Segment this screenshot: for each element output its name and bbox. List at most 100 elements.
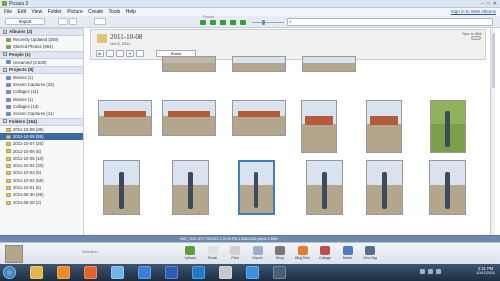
taskbar-explorer-icon[interactable] xyxy=(30,266,43,279)
taskbar-picasa-icon[interactable] xyxy=(219,266,232,279)
sidebar-item-folder[interactable]: 2011-09-30 (46) xyxy=(0,191,83,198)
section-albums[interactable]: - Albums (2) xyxy=(0,28,83,36)
menu-help[interactable]: Help xyxy=(126,9,136,15)
movie-button[interactable]: Movie xyxy=(340,246,356,260)
menu-file[interactable]: File xyxy=(4,9,12,15)
sidebar-item-folder-selected[interactable]: 2011-10-08 (88) xyxy=(0,132,83,141)
blogthis-button[interactable]: BlogThis! xyxy=(295,246,311,260)
sidebar-item-screen-captures[interactable]: Screen Captures (11) xyxy=(0,110,83,117)
folder-title[interactable]: 2011-10-08 xyxy=(110,33,142,41)
menu-picture[interactable]: Picture xyxy=(67,9,83,15)
import-button[interactable]: Import xyxy=(5,18,45,25)
back-icon[interactable] xyxy=(200,20,206,25)
clock[interactable]: 2:21 PM 10/12/2011 xyxy=(476,266,495,275)
network-icon[interactable] xyxy=(420,269,425,274)
flat-view-button[interactable] xyxy=(69,18,77,25)
sidebar-item-folder[interactable]: 2011-10-01 (5) xyxy=(0,184,83,191)
sidebar-item-collages[interactable]: Collages (11) xyxy=(0,88,83,95)
taskbar-word-icon[interactable] xyxy=(165,266,178,279)
sidebar-item-folder[interactable]: 2011-09-28 (2) xyxy=(0,199,83,206)
photo-thumbnail[interactable] xyxy=(162,100,216,136)
section-folders[interactable]: - Folders (164) xyxy=(0,117,83,126)
photo-thumbnail-selected[interactable] xyxy=(238,160,275,215)
sidebar-item-screen-captures[interactable]: Screen Captures (22) xyxy=(0,81,83,88)
sidebar-item-movies[interactable]: Movies (1) xyxy=(0,96,83,103)
sidebar-item-folder[interactable]: 2011-10-02 (56) xyxy=(0,177,83,184)
maximize-button[interactable]: □ xyxy=(487,1,490,7)
photo-thumbnail[interactable] xyxy=(98,100,152,136)
scrollbar-thumb[interactable] xyxy=(492,33,495,88)
photo-thumbnail[interactable] xyxy=(306,160,343,215)
collapse-icon[interactable]: - xyxy=(3,119,7,124)
sidebar-item-folder[interactable]: 2011-10-03 (6) xyxy=(0,169,83,176)
sidebar-item-folder[interactable]: 2011-10-07 (20) xyxy=(0,140,83,147)
sort-button[interactable] xyxy=(94,18,106,25)
photo-thumbnail[interactable] xyxy=(162,56,216,72)
video-filter-icon[interactable] xyxy=(240,20,246,25)
photo-thumbnail[interactable] xyxy=(366,160,403,215)
shop-button[interactable]: Shop xyxy=(272,246,288,260)
photo-thumbnail[interactable] xyxy=(430,100,466,153)
map-icon[interactable] xyxy=(116,50,124,57)
sidebar-item-unnamed[interactable]: Unnamed (3,529) xyxy=(0,59,83,66)
taskbar-media-icon[interactable] xyxy=(57,266,70,279)
menu-view[interactable]: View xyxy=(31,9,42,15)
geo-tag-button[interactable]: Geo-Tag xyxy=(362,246,378,260)
menu-folder[interactable]: Folder xyxy=(48,9,62,15)
minimize-button[interactable]: – xyxy=(481,1,484,7)
forward-icon[interactable] xyxy=(210,20,216,25)
taskbar-firefox-icon[interactable] xyxy=(84,266,97,279)
sidebar-item-folder[interactable]: 2011-10-04 (33) xyxy=(0,162,83,169)
thumbnail-size-slider[interactable] xyxy=(252,22,284,23)
people-filter-icon[interactable] xyxy=(230,20,236,25)
star-filter-icon[interactable] xyxy=(220,20,226,25)
sidebar-item-folder[interactable]: 2011-10-06 (5) xyxy=(0,148,83,155)
menu-tools[interactable]: Tools xyxy=(109,9,121,15)
star-icon[interactable]: ★ xyxy=(126,50,134,57)
photo-thumbnail[interactable] xyxy=(302,56,356,72)
collapse-icon[interactable]: - xyxy=(3,29,7,34)
close-button[interactable]: ✕ xyxy=(493,1,497,7)
volume-icon[interactable] xyxy=(428,269,433,274)
photo-thumbnail[interactable] xyxy=(232,100,286,136)
start-button[interactable] xyxy=(3,266,16,279)
menu-create[interactable]: Create xyxy=(88,9,103,15)
photo-thumbnail[interactable] xyxy=(232,56,286,72)
photo-thumbnail[interactable] xyxy=(429,160,466,215)
print-button[interactable]: Print xyxy=(227,246,243,260)
collapse-icon[interactable]: - xyxy=(3,52,7,57)
tray-thumbnail[interactable] xyxy=(5,245,23,263)
sidebar-item-starred-photos[interactable]: Starred Photos (994) xyxy=(0,43,83,50)
menu-edit[interactable]: Edit xyxy=(17,9,26,15)
taskbar-mail-icon[interactable] xyxy=(138,266,151,279)
sign-in-link[interactable]: Sign in to Web Albums xyxy=(451,9,496,14)
photo-thumbnail[interactable] xyxy=(301,100,337,153)
save-icon[interactable] xyxy=(136,50,144,57)
photo-thumbnail[interactable] xyxy=(366,100,402,153)
sidebar-item-folder[interactable]: 2011-10-09 (36) xyxy=(0,126,83,133)
taskbar-outlook-icon[interactable] xyxy=(192,266,205,279)
edit-description-icon[interactable] xyxy=(106,50,114,57)
section-people[interactable]: - People (1) xyxy=(0,50,83,59)
section-projects[interactable]: - Projects (8) xyxy=(0,65,83,74)
sidebar-item-collages[interactable]: Collages (13) xyxy=(0,103,83,110)
vertical-scrollbar[interactable] xyxy=(490,28,495,235)
search-input[interactable]: ⌕ xyxy=(287,18,493,26)
email-button[interactable]: Email xyxy=(205,246,221,260)
upload-button[interactable]: Upload xyxy=(182,246,198,260)
taskbar-help-icon[interactable] xyxy=(246,266,259,279)
sync-toggle[interactable] xyxy=(471,36,481,40)
slider-knob[interactable] xyxy=(262,20,265,25)
sidebar-item-recently-updated[interactable]: Recently Updated (200) xyxy=(0,36,83,43)
tree-view-button[interactable] xyxy=(58,18,68,25)
photo-thumbnail[interactable] xyxy=(172,160,209,215)
flag-icon[interactable] xyxy=(436,269,441,274)
sidebar-item-movies[interactable]: Movies (1) xyxy=(0,74,83,81)
taskbar-network-icon[interactable] xyxy=(111,266,124,279)
taskbar-settings-icon[interactable] xyxy=(273,266,286,279)
collapse-icon[interactable]: - xyxy=(3,67,7,72)
export-button[interactable]: Export xyxy=(250,246,266,260)
photo-thumbnail[interactable] xyxy=(103,160,140,215)
play-slideshow-icon[interactable]: ▶ xyxy=(96,50,104,57)
collage-button[interactable]: Collage xyxy=(317,246,333,260)
